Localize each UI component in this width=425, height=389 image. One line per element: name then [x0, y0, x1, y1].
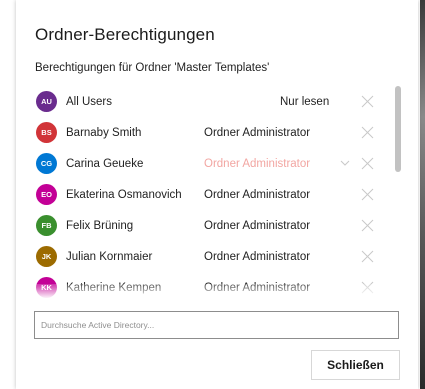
close-icon[interactable]: [361, 250, 374, 263]
avatar: CG: [36, 153, 57, 174]
member-row: EO Ekaterina Osmanovich Ordner Administrat…: [34, 179, 380, 210]
close-icon[interactable]: [361, 281, 374, 294]
member-list: AU All Users Nur lesen BS Barnaby Smith Ordne…: [34, 86, 380, 298]
member-row: JK Julian Kornmaier Ordner Administrator: [34, 241, 380, 272]
member-row: AU All Users Nur lesen: [34, 86, 380, 117]
member-row: FB Felix Brüning Ordner Administrator: [34, 210, 380, 241]
role-select[interactable]: Ordner Administrator: [204, 282, 354, 294]
avatar: BS: [36, 122, 57, 143]
avatar: AU: [36, 91, 57, 112]
member-name: Barnaby Smith: [66, 126, 142, 139]
member-name: Carina Geueke: [66, 157, 144, 170]
background-right: [420, 0, 425, 389]
member-name: All Users: [66, 95, 113, 108]
close-icon[interactable]: [361, 188, 374, 201]
role-select[interactable]: Ordner Administrator: [204, 251, 354, 263]
role-select[interactable]: Ordner Administrator: [204, 220, 354, 232]
member-row: KK Katherine Kempen Ordner Administrator: [34, 272, 380, 298]
permissions-dialog: Ordner-Berechtigungen Berechtigungen für…: [16, 0, 418, 389]
search-input[interactable]: [34, 311, 399, 339]
member-name: Felix Brüning: [66, 219, 134, 232]
list-scrollbar[interactable]: [395, 86, 401, 172]
avatar: JK: [36, 246, 57, 267]
avatar: FB: [36, 215, 57, 236]
close-button[interactable]: Schließen: [311, 350, 400, 380]
chevron-down-icon[interactable]: [340, 159, 350, 167]
member-row: CG Carina Geueke Ordner Administrator: [34, 148, 380, 179]
role-select[interactable]: Ordner Administrator: [204, 189, 354, 201]
member-name: Julian Kornmaier: [66, 250, 153, 263]
role-select[interactable]: Nur lesen: [280, 96, 360, 108]
avatar: KK: [36, 277, 57, 298]
member-row: BS Barnaby Smith Ordner Administrator: [34, 117, 380, 148]
close-icon[interactable]: [361, 95, 374, 108]
close-icon[interactable]: [361, 219, 374, 232]
role-select[interactable]: Ordner Administrator: [204, 158, 354, 170]
background-left: [0, 0, 16, 389]
avatar: EO: [36, 184, 57, 205]
close-icon[interactable]: [361, 157, 374, 170]
dialog-subtitle: Berechtigungen für Ordner 'Master Templa…: [35, 62, 270, 74]
role-select[interactable]: Ordner Administrator: [204, 127, 354, 139]
member-name: Katherine Kempen: [66, 281, 162, 294]
dialog-title: Ordner-Berechtigungen: [35, 25, 215, 44]
close-icon[interactable]: [361, 126, 374, 139]
member-name: Ekaterina Osmanovich: [66, 188, 182, 201]
